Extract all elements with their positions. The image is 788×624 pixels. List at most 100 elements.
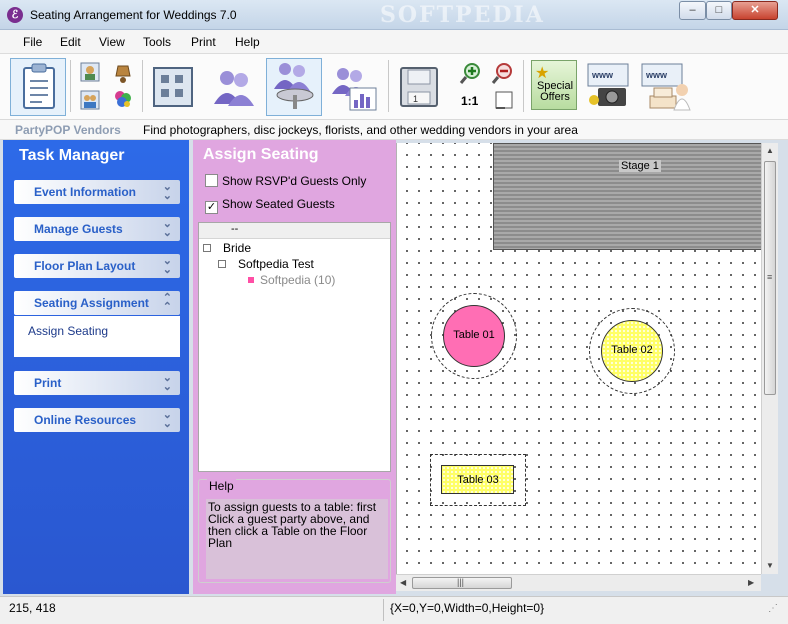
- task-group-manage-guests[interactable]: Manage Guests ⌄ ⌄: [14, 217, 180, 241]
- svg-text:www: www: [591, 70, 614, 80]
- help-box: Help To assign guests to a table: first …: [198, 479, 391, 583]
- assign-seating-button[interactable]: [266, 58, 322, 116]
- chevron-down-icon[interactable]: ⌄ ⌄: [163, 373, 172, 393]
- floor-plan-icon[interactable]: [150, 64, 196, 110]
- checkmark-icon[interactable]: ✓: [205, 201, 218, 214]
- app-logo-icon: ℰ: [7, 7, 23, 23]
- minimize-button[interactable]: –: [679, 1, 706, 20]
- svg-text:1: 1: [413, 94, 418, 104]
- checkbox-unchecked[interactable]: [205, 174, 218, 187]
- special-offers-label: Special Offers: [536, 80, 574, 103]
- scroll-up-icon[interactable]: ▲: [766, 146, 774, 155]
- tree-item-label: Bride: [223, 241, 252, 255]
- toolbar: 1 1:1 ★ Special Offers www www: [0, 54, 788, 120]
- window-title: Seating Arrangement for Weddings 7.0: [30, 8, 237, 22]
- scroll-down-icon[interactable]: ▼: [766, 561, 774, 570]
- menu-print[interactable]: Print: [191, 35, 216, 49]
- scroll-right-icon[interactable]: ▶: [748, 578, 754, 587]
- assign-seating-link[interactable]: Assign Seating: [28, 324, 108, 338]
- wedding-cake-icon[interactable]: www: [640, 60, 692, 112]
- stage-label: Stage 1: [619, 160, 661, 172]
- assign-seating-title: Assign Seating: [203, 146, 319, 163]
- save-disk-icon[interactable]: 1: [398, 64, 440, 110]
- seating-assignment-panel: Assign Seating: [14, 316, 180, 357]
- guest-card-icon[interactable]: [80, 62, 100, 82]
- vendor-bar[interactable]: PartyPOP Vendors Find photographers, dis…: [0, 120, 788, 140]
- bell-icon[interactable]: [112, 62, 134, 84]
- people-icon[interactable]: [210, 66, 258, 110]
- party-color-icon: [248, 277, 254, 283]
- menu-help[interactable]: Help: [235, 35, 260, 49]
- vendor-brand[interactable]: PartyPOP Vendors: [15, 123, 121, 137]
- guest-tree-list[interactable]: -- Bride Softpedia Test Softpedia (10): [198, 222, 391, 472]
- vertical-scrollbar[interactable]: ▲ ≡ ▼: [761, 143, 778, 574]
- task-group-floor-plan-layout[interactable]: Floor Plan Layout ⌄ ⌄: [14, 254, 180, 278]
- special-offers-button[interactable]: ★ Special Offers: [531, 60, 577, 110]
- resize-grip-icon[interactable]: ⋰: [768, 603, 778, 614]
- photographer-icon[interactable]: www: [584, 60, 634, 112]
- zoom-reset-button[interactable]: 1:1: [461, 94, 478, 108]
- people-chart-icon[interactable]: [330, 64, 380, 112]
- tree-item-guest-party[interactable]: Softpedia (10): [248, 273, 335, 287]
- task-group-event-information[interactable]: Event Information ⌄ ⌄: [14, 180, 180, 204]
- selection-bounds: {X=0,Y=0,Width=0,Height=0}: [390, 601, 545, 615]
- couple-card-icon[interactable]: [80, 90, 100, 110]
- tree-toggle-icon[interactable]: [218, 260, 226, 268]
- table-01-label: Table 01: [453, 329, 495, 341]
- floor-plan-canvas[interactable]: Stage 1 Table 01 Table 02 Table 03: [396, 143, 761, 574]
- help-title: Help: [207, 479, 236, 493]
- task-group-label: Manage Guests: [34, 222, 123, 236]
- help-text: To assign guests to a table: first Click…: [206, 499, 388, 579]
- title-bar[interactable]: ℰ Seating Arrangement for Weddings 7.0 S…: [0, 0, 788, 30]
- horizontal-scroll-thumb[interactable]: |||: [412, 577, 512, 589]
- vertical-scroll-thumb[interactable]: ≡: [764, 161, 776, 395]
- list-header-text: --: [231, 223, 239, 235]
- chevron-up-icon[interactable]: ⌃ ⌃: [163, 293, 172, 313]
- stage-element[interactable]: Stage 1: [493, 143, 761, 250]
- tree-item-label: Softpedia Test: [238, 257, 314, 271]
- clipboard-icon: [23, 63, 55, 109]
- scroll-left-icon[interactable]: ◀: [400, 578, 406, 587]
- chevron-down-icon[interactable]: ⌄ ⌄: [163, 182, 172, 202]
- zoom-in-icon[interactable]: [459, 62, 483, 86]
- zoom-out-icon[interactable]: [491, 62, 515, 86]
- task-group-label: Floor Plan Layout: [34, 259, 136, 273]
- task-group-label: Event Information: [34, 185, 137, 199]
- chevron-down-icon[interactable]: ⌄ ⌄: [163, 219, 172, 239]
- tree-item-label: Softpedia (10): [260, 273, 336, 287]
- softpedia-watermark: SOFTPEDIA: [380, 2, 545, 28]
- cursor-coordinates: 215, 418: [9, 601, 56, 615]
- menu-view[interactable]: View: [99, 35, 125, 49]
- tree-item-bride[interactable]: Bride: [203, 241, 251, 255]
- status-bar: 215, 418 {X=0,Y=0,Width=0,Height=0} ⋰: [0, 596, 788, 624]
- event-info-button[interactable]: [10, 58, 66, 116]
- chevron-down-icon[interactable]: ⌄ ⌄: [163, 256, 172, 276]
- table-02-label: Table 02: [611, 344, 653, 356]
- task-group-seating-assignment[interactable]: Seating Assignment ⌃ ⌃: [14, 291, 180, 315]
- grip-icon: |||: [457, 577, 465, 587]
- maximize-button[interactable]: □: [706, 1, 732, 20]
- task-manager-title: Task Manager: [19, 147, 125, 164]
- assign-seating-pane: Assign Seating Show RSVP'd Guests Only ✓…: [193, 140, 396, 594]
- menu-tools[interactable]: Tools: [143, 35, 171, 49]
- show-seated-checkbox[interactable]: ✓ Show Seated Guests: [205, 197, 335, 214]
- task-group-label: Online Resources: [34, 413, 137, 427]
- horizontal-scrollbar[interactable]: ◀ ||| ▶: [396, 574, 761, 591]
- tree-toggle-icon[interactable]: [203, 244, 211, 252]
- show-rsvp-checkbox[interactable]: Show RSVP'd Guests Only: [205, 174, 366, 188]
- vendor-text[interactable]: Find photographers, disc jockeys, floris…: [143, 123, 578, 137]
- menu-edit[interactable]: Edit: [60, 35, 81, 49]
- svg-text:www: www: [645, 70, 668, 80]
- task-group-online-resources[interactable]: Online Resources ⌄ ⌄: [14, 408, 180, 432]
- list-header: --: [199, 223, 390, 239]
- task-manager-pane: Task Manager Event Information ⌄ ⌄ Manage…: [3, 140, 189, 594]
- bouquet-icon[interactable]: [112, 88, 134, 110]
- menu-file[interactable]: File: [23, 35, 42, 49]
- fit-page-icon[interactable]: [493, 90, 515, 110]
- close-button[interactable]: ✕: [732, 1, 778, 20]
- menu-bar: File Edit View Tools Print Help: [0, 30, 788, 54]
- task-group-print[interactable]: Print ⌄ ⌄: [14, 371, 180, 395]
- people-table-icon: [274, 63, 314, 109]
- chevron-down-icon[interactable]: ⌄ ⌄: [163, 410, 172, 430]
- tree-item-softpedia-test[interactable]: Softpedia Test: [218, 257, 314, 271]
